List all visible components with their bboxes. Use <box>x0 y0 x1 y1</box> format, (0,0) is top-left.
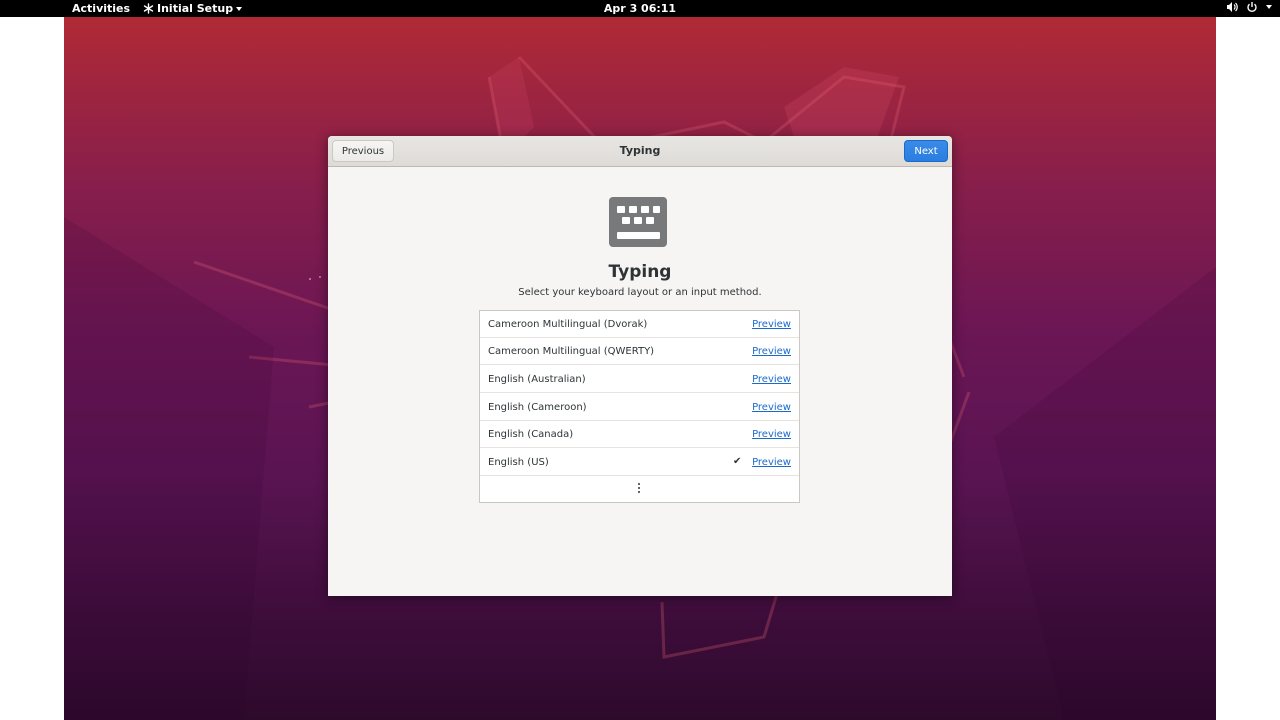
preview-link[interactable]: Preview <box>752 346 791 357</box>
layout-name: English (Canada) <box>488 429 574 440</box>
keyboard-icon <box>609 197 667 247</box>
initial-setup-window: Previous Typing Next Typing Select your … <box>328 136 952 596</box>
layout-row[interactable]: English (Canada) Preview <box>480 421 799 448</box>
window-title: Typing <box>619 144 661 157</box>
layout-row[interactable]: Cameroon Multilingual (Dvorak) Preview <box>480 311 799 338</box>
preview-link[interactable]: Preview <box>752 429 791 440</box>
next-button[interactable]: Next <box>904 140 948 162</box>
clock[interactable]: Apr 3 06:11 <box>0 2 1280 15</box>
page-heading: Typing <box>608 262 672 282</box>
layout-row-selected[interactable]: English (US) ✔ Preview <box>480 449 799 476</box>
more-options-icon <box>638 483 641 495</box>
system-menu-caret-icon <box>1266 5 1272 9</box>
preview-link[interactable]: Preview <box>752 457 791 468</box>
show-more-row[interactable] <box>480 477 799 502</box>
preview-link[interactable]: Preview <box>752 374 791 385</box>
layout-name: Cameroon Multilingual (QWERTY) <box>488 346 655 357</box>
layout-name: English (Cameroon) <box>488 402 587 413</box>
header-bar: Previous Typing Next <box>328 136 952 167</box>
power-icon <box>1247 2 1257 13</box>
layout-name: English (US) <box>488 457 549 468</box>
preview-link[interactable]: Preview <box>752 319 791 330</box>
layout-name: Cameroon Multilingual (Dvorak) <box>488 319 648 330</box>
layout-name: English (Australian) <box>488 374 586 385</box>
checkmark-icon: ✔ <box>733 456 742 467</box>
top-bar: Activities Initial Setup Apr 3 06:11 <box>0 0 1280 17</box>
volume-icon <box>1227 2 1238 12</box>
layout-row[interactable]: English (Australian) Preview <box>480 366 799 393</box>
layout-row[interactable]: Cameroon Multilingual (QWERTY) Preview <box>480 338 799 365</box>
layout-row[interactable]: English (Cameroon) Preview <box>480 394 799 421</box>
keyboard-layout-list: Cameroon Multilingual (Dvorak) Preview C… <box>479 310 800 503</box>
system-status-area[interactable] <box>1226 1 1272 13</box>
preview-link[interactable]: Preview <box>752 402 791 413</box>
page-subtitle: Select your keyboard layout or an input … <box>518 287 762 298</box>
